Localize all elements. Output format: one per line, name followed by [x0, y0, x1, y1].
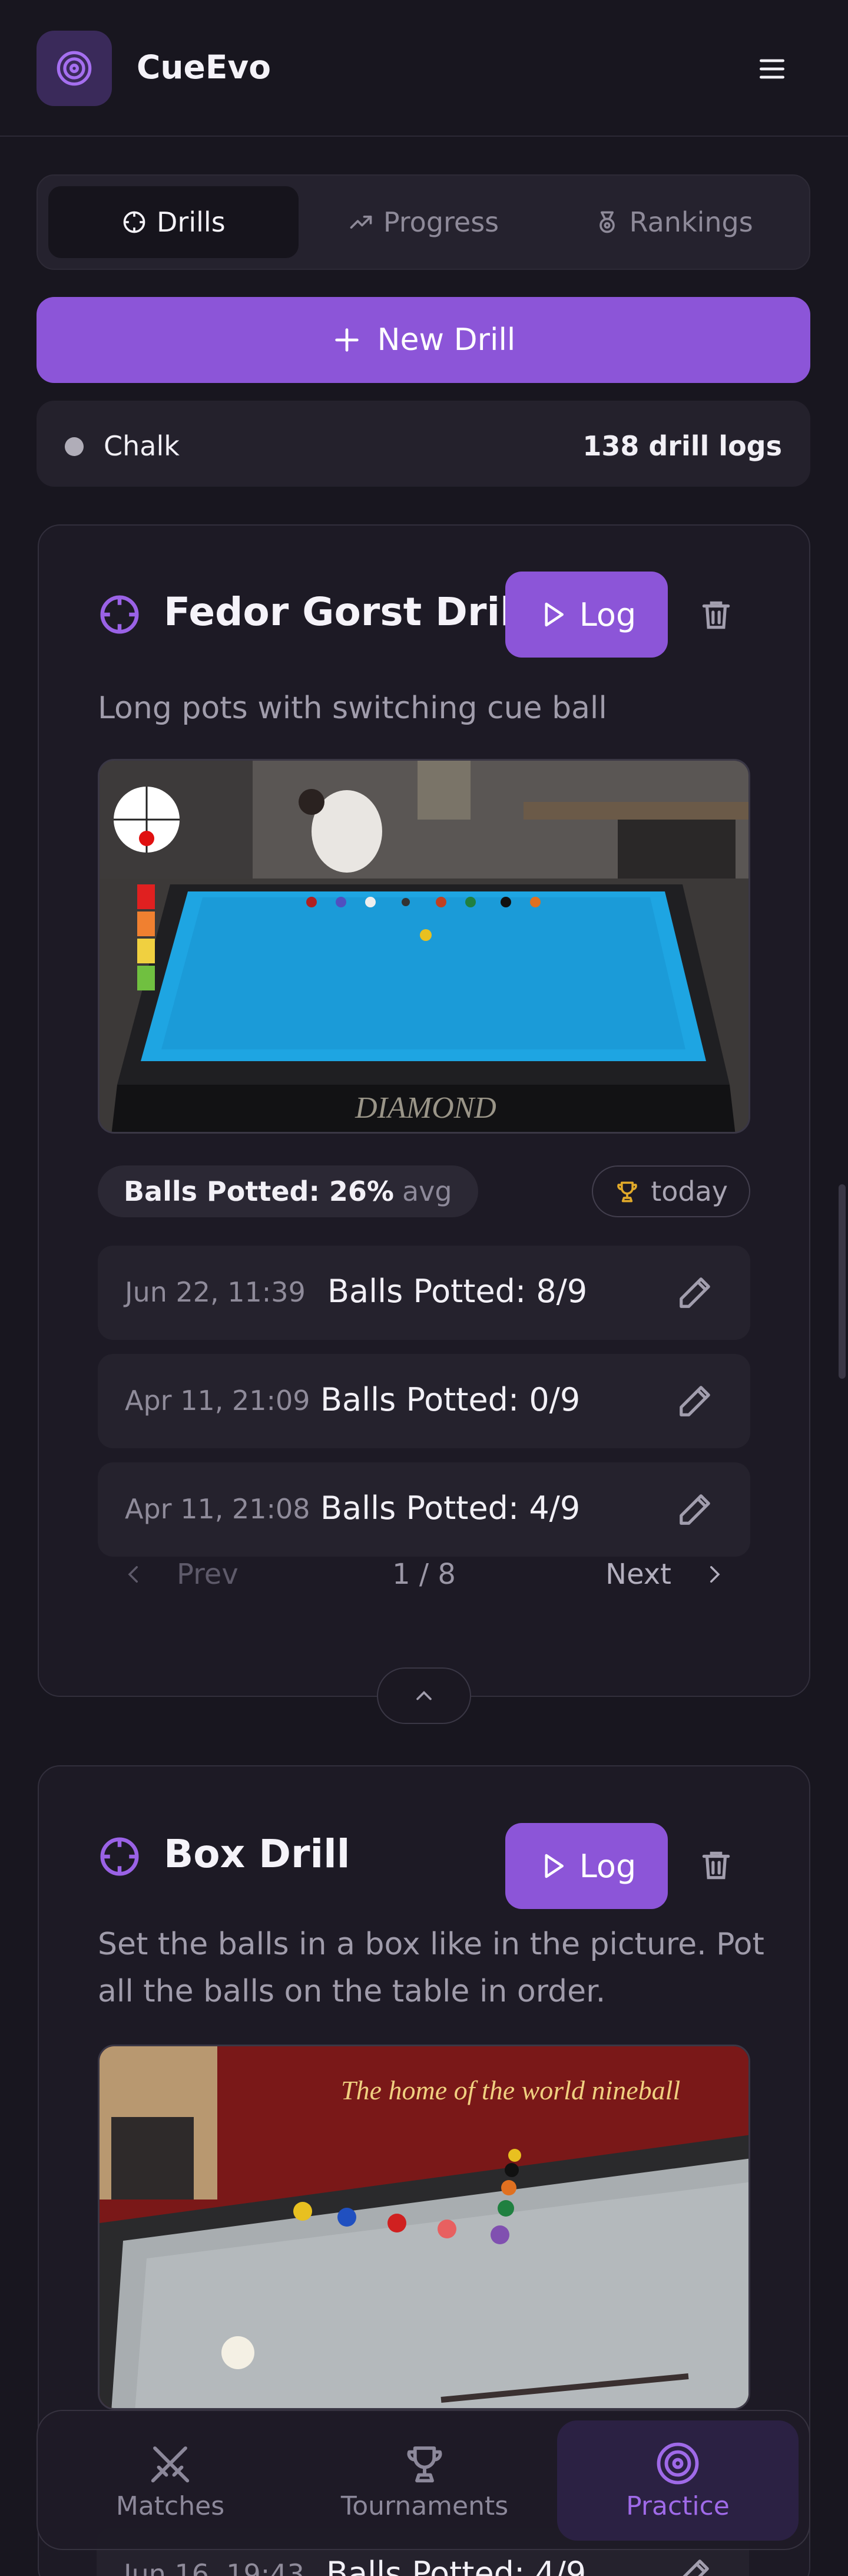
log-entry: Jun 22, 11:39 Balls Potted: 8/9	[98, 1246, 750, 1340]
log-button[interactable]: Log	[505, 572, 668, 658]
scrollbar[interactable]	[839, 1184, 846, 1379]
log-date: Apr 11, 21:09	[125, 1385, 310, 1416]
nav-tournaments[interactable]: Tournaments	[304, 2420, 545, 2541]
edit-log-button[interactable]	[674, 1380, 716, 1422]
chevron-right-icon	[710, 1566, 720, 1583]
brand-text: DIAMOND	[355, 1091, 496, 1125]
drill-description: Set the balls in a box like in the pictu…	[98, 1927, 764, 2009]
tab-label: Progress	[383, 206, 499, 238]
edit-log-button[interactable]	[673, 2554, 715, 2576]
swords-icon	[151, 2446, 190, 2482]
log-date: Apr 11, 21:08	[125, 1493, 310, 1525]
pencil-icon	[680, 1494, 710, 1525]
tab-drills[interactable]: Drills	[48, 186, 299, 258]
app-title: CueEvo	[137, 48, 271, 86]
new-drill-label: New Drill	[377, 322, 516, 358]
plus-icon	[334, 328, 359, 352]
next-label: Next	[605, 1558, 671, 1591]
average-stat: Balls Potted: 26% avg	[98, 1165, 478, 1217]
log-label: Log	[579, 596, 637, 633]
tab-rankings[interactable]: Rankings	[548, 186, 799, 258]
nav-label: Practice	[626, 2491, 730, 2521]
pencil-icon	[683, 2560, 709, 2576]
tab-progress[interactable]: Progress	[299, 186, 549, 258]
pencil-icon	[680, 1277, 710, 1308]
play-icon	[545, 602, 564, 627]
log-pagination: Prev 1 / 8 Next	[98, 1548, 750, 1601]
log-date: Jun 22, 11:39	[125, 1276, 306, 1308]
log-value: Balls Potted: 8/9	[327, 1273, 588, 1310]
app-logo	[37, 31, 112, 106]
delete-drill-button[interactable]	[693, 592, 740, 639]
drill-title: Fedor Gorst Drill	[164, 589, 527, 635]
edit-log-button[interactable]	[674, 1488, 716, 1531]
average-value: Balls Potted: 26%	[124, 1175, 394, 1207]
new-drill-button[interactable]: New Drill	[37, 297, 810, 383]
trophy-icon	[407, 2446, 442, 2482]
pencil-icon	[680, 1386, 710, 1416]
nav-label: Matches	[115, 2491, 225, 2521]
collapse-card-button[interactable]	[377, 1667, 471, 1724]
nav-label: Tournaments	[340, 2491, 509, 2521]
best-badge: today	[592, 1165, 750, 1217]
trash-icon	[702, 601, 730, 629]
drill-image[interactable]: DIAMOND	[98, 759, 750, 1134]
log-entry: Apr 11, 21:09 Balls Potted: 0/9	[98, 1354, 750, 1448]
log-value: Balls Potted: 4/9	[326, 2555, 587, 2576]
chalk-summary[interactable]: Chalk 138 drill logs	[37, 401, 810, 487]
crosshair-icon	[100, 1837, 139, 1876]
chalk-label: Chalk	[104, 430, 180, 462]
app-header: CueEvo	[0, 0, 848, 137]
drill-image[interactable]: The home of the world nineball	[98, 2045, 750, 2410]
section-tabs: Drills Progress Rankings	[37, 174, 810, 270]
trash-icon	[702, 1851, 730, 1880]
next-page-button[interactable]: Next	[605, 1558, 727, 1591]
crosshair-icon	[123, 211, 145, 233]
target-icon	[657, 2442, 699, 2484]
average-suffix: avg	[402, 1175, 452, 1207]
bottom-navigation: Matches Tournaments Practice	[37, 2410, 810, 2550]
trophy-icon	[617, 1181, 637, 1203]
log-button[interactable]: Log	[505, 1823, 668, 1909]
hamburger-icon	[760, 59, 784, 79]
log-entry: Apr 11, 21:08 Balls Potted: 4/9	[98, 1462, 750, 1557]
target-icon	[57, 51, 92, 86]
banner-text: The home of the world nineball	[341, 2075, 680, 2105]
menu-button[interactable]	[751, 48, 793, 90]
best-label: today	[651, 1175, 728, 1207]
chevron-up-icon	[416, 1690, 432, 1700]
log-value: Balls Potted: 4/9	[320, 1490, 581, 1527]
delete-drill-button[interactable]	[693, 1842, 740, 1889]
play-icon	[545, 1854, 564, 1878]
log-value: Balls Potted: 0/9	[320, 1381, 581, 1418]
log-label: Log	[579, 1847, 637, 1885]
tab-label: Drills	[157, 206, 226, 238]
tab-label: Rankings	[629, 206, 753, 238]
status-dot	[65, 437, 84, 456]
crosshair-icon	[100, 595, 139, 634]
trending-up-icon	[350, 216, 372, 229]
medal-icon	[599, 211, 615, 233]
nav-matches[interactable]: Matches	[49, 2420, 291, 2541]
drill-description: Long pots with switching cue ball	[98, 691, 607, 726]
log-date: Jun 16, 19:43	[124, 2558, 304, 2576]
nav-practice[interactable]: Practice	[557, 2420, 799, 2541]
drill-card: Fedor Gorst Drill Log Long pots with swi…	[38, 524, 810, 1697]
drill-log-count: 138 drill logs	[582, 430, 782, 462]
drill-title: Box Drill	[164, 1831, 350, 1877]
edit-log-button[interactable]	[674, 1272, 716, 1314]
